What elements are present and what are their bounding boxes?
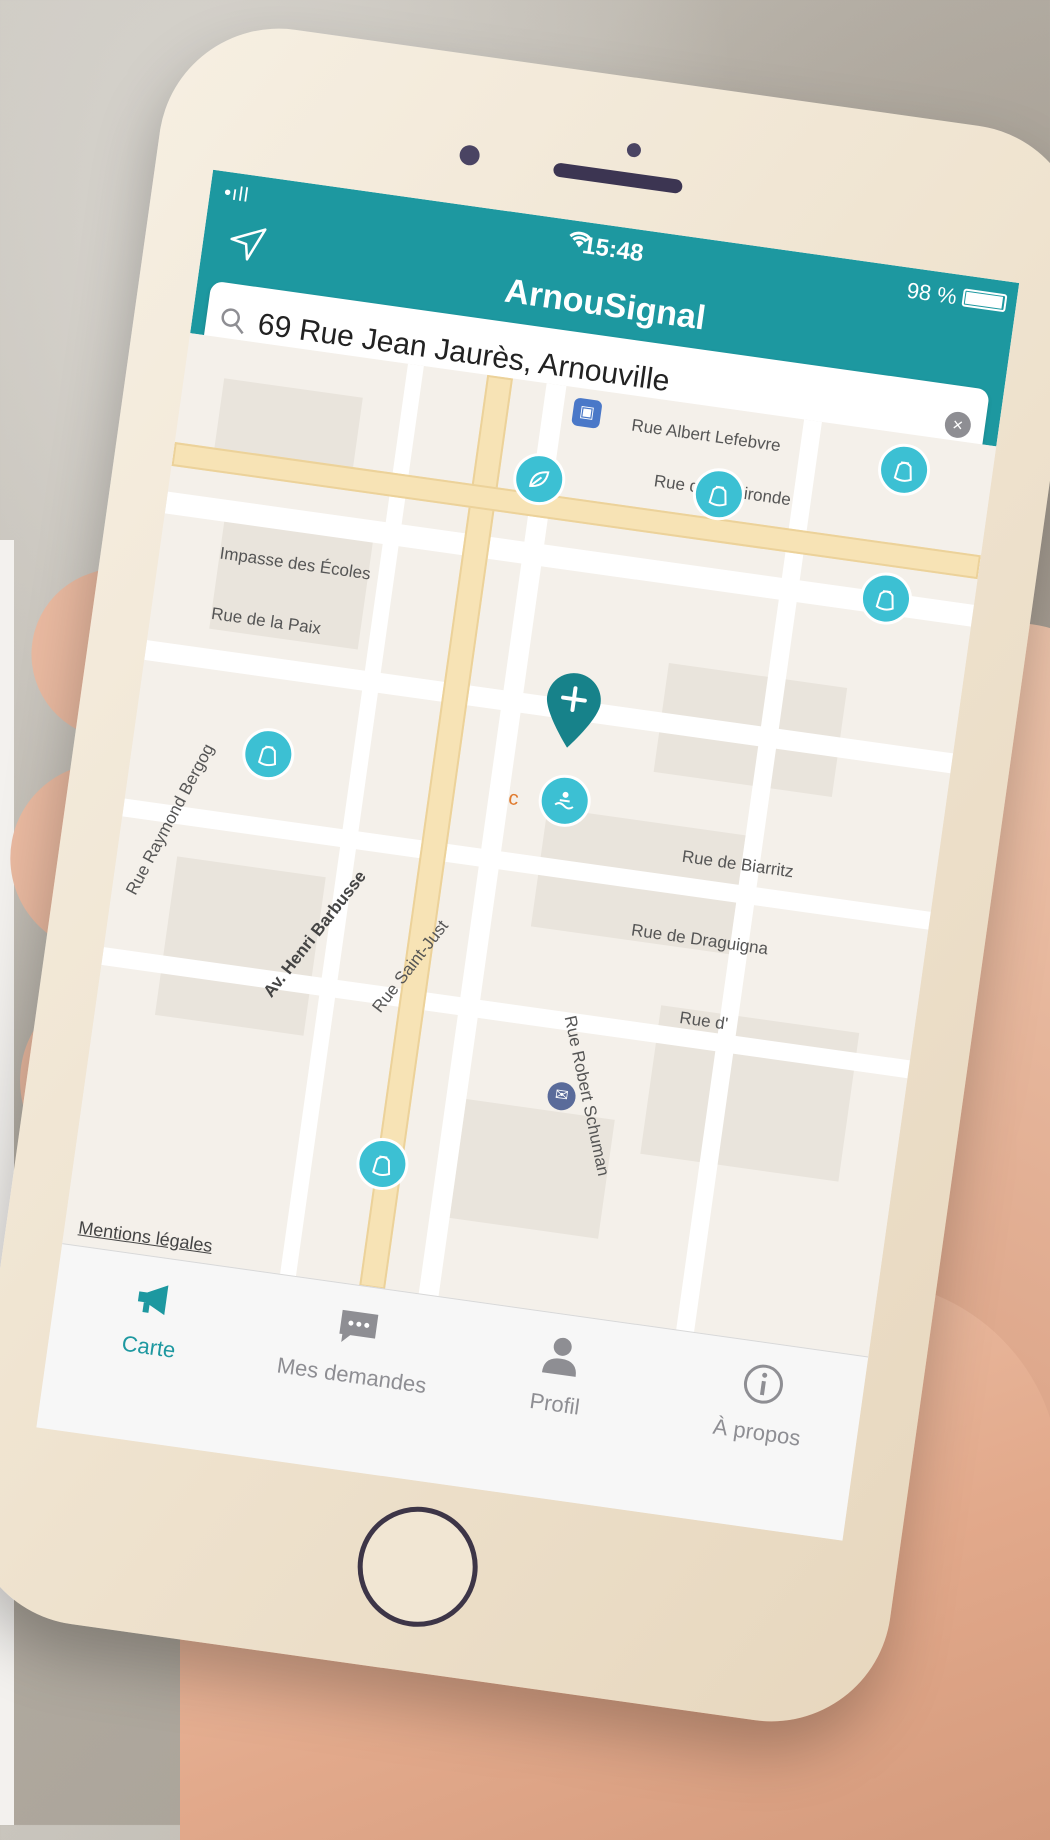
tab-carte[interactable]: Carte	[48, 1262, 258, 1374]
leaf-icon	[529, 471, 550, 487]
person-icon	[541, 1337, 576, 1377]
info-icon	[743, 1364, 783, 1404]
report-pin[interactable]	[874, 440, 934, 500]
search-icon	[221, 308, 244, 335]
clear-icon[interactable]: ×	[943, 410, 973, 440]
home-button[interactable]	[349, 1499, 486, 1635]
earpiece-speaker	[552, 162, 684, 195]
report-pin[interactable]	[238, 724, 298, 784]
transit-icon: ▣	[571, 397, 603, 429]
report-pin[interactable]	[856, 569, 916, 628]
tab-label: Profil	[528, 1387, 582, 1420]
street-label: Rue Albert Lefebvre	[630, 415, 782, 456]
tab-a-propos[interactable]: À propos	[656, 1347, 866, 1459]
tab-label: Carte	[120, 1330, 178, 1363]
trash-bag-icon	[875, 590, 894, 611]
tab-label: À propos	[711, 1413, 803, 1451]
mail-icon: ✉	[545, 1080, 578, 1113]
trash-bag-icon	[257, 745, 277, 767]
trash-bag-icon	[893, 461, 912, 482]
trash-bag-icon	[372, 1155, 391, 1177]
megaphone-icon	[137, 1285, 169, 1316]
phone-screen: •ıll 15:48 98 % ArnouSignal 69 Rue Jean …	[36, 169, 1020, 1541]
tab-mes-demandes[interactable]: Mes demandes	[251, 1291, 461, 1403]
front-camera	[458, 143, 481, 167]
add-report-pin[interactable]	[536, 666, 609, 754]
phone-device: •ıll 15:48 98 % ArnouSignal 69 Rue Jean …	[0, 13, 1050, 1737]
tab-label: Mes demandes	[275, 1352, 428, 1399]
chat-bubble-icon	[339, 1309, 379, 1342]
poi-label: c	[507, 787, 520, 811]
map-view[interactable]: Rue Albert Lefebvre Rue de la Gironde Im…	[62, 333, 997, 1358]
proximity-sensor	[626, 142, 642, 159]
tab-profil[interactable]: Profil	[454, 1319, 664, 1431]
trash-bag-icon	[708, 485, 727, 507]
water-person-icon	[554, 791, 574, 810]
